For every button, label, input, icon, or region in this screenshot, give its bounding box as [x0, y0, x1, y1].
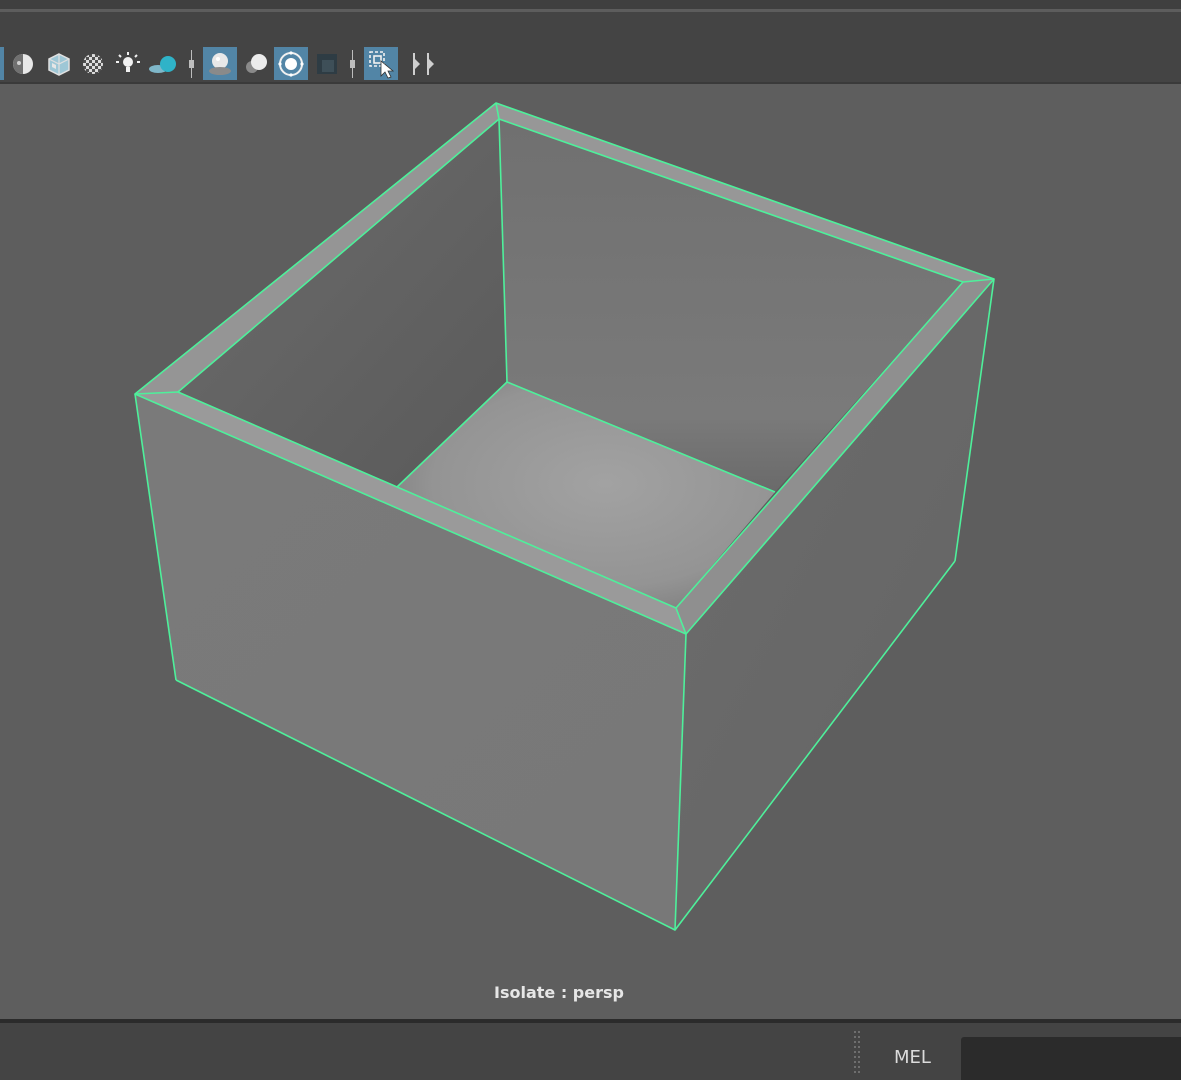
script-output-area[interactable] [0, 1023, 850, 1080]
open-box-mesh[interactable] [0, 84, 1181, 1019]
script-language-toggle[interactable]: MEL [894, 1047, 931, 1068]
isolate-select-icon[interactable] [364, 47, 398, 80]
shadow-icon[interactable] [148, 47, 178, 80]
perspective-viewport[interactable]: Isolate : persp [0, 84, 1181, 1019]
toolbar-separator [350, 50, 355, 78]
checker-icon[interactable] [78, 47, 108, 80]
resize-grip-icon[interactable] [852, 1029, 864, 1077]
title-strip [0, 0, 1181, 9]
depth-of-field-icon[interactable] [312, 47, 342, 80]
command-line-bar: MEL [0, 1023, 1181, 1080]
cropped-toolbar-button[interactable] [0, 47, 4, 80]
textured-icon[interactable] [44, 47, 74, 80]
motion-blur-icon[interactable] [241, 47, 271, 80]
shaded-sphere-icon[interactable] [8, 47, 38, 80]
light-icon[interactable] [113, 47, 143, 80]
viewport-camera-label: Isolate : persp [494, 983, 624, 1002]
command-input[interactable] [961, 1037, 1181, 1080]
screen-space-ao-icon[interactable] [203, 47, 237, 80]
xray-icon[interactable] [404, 47, 438, 80]
anti-aliasing-icon[interactable] [274, 47, 308, 80]
toolbar-separator [189, 50, 194, 78]
